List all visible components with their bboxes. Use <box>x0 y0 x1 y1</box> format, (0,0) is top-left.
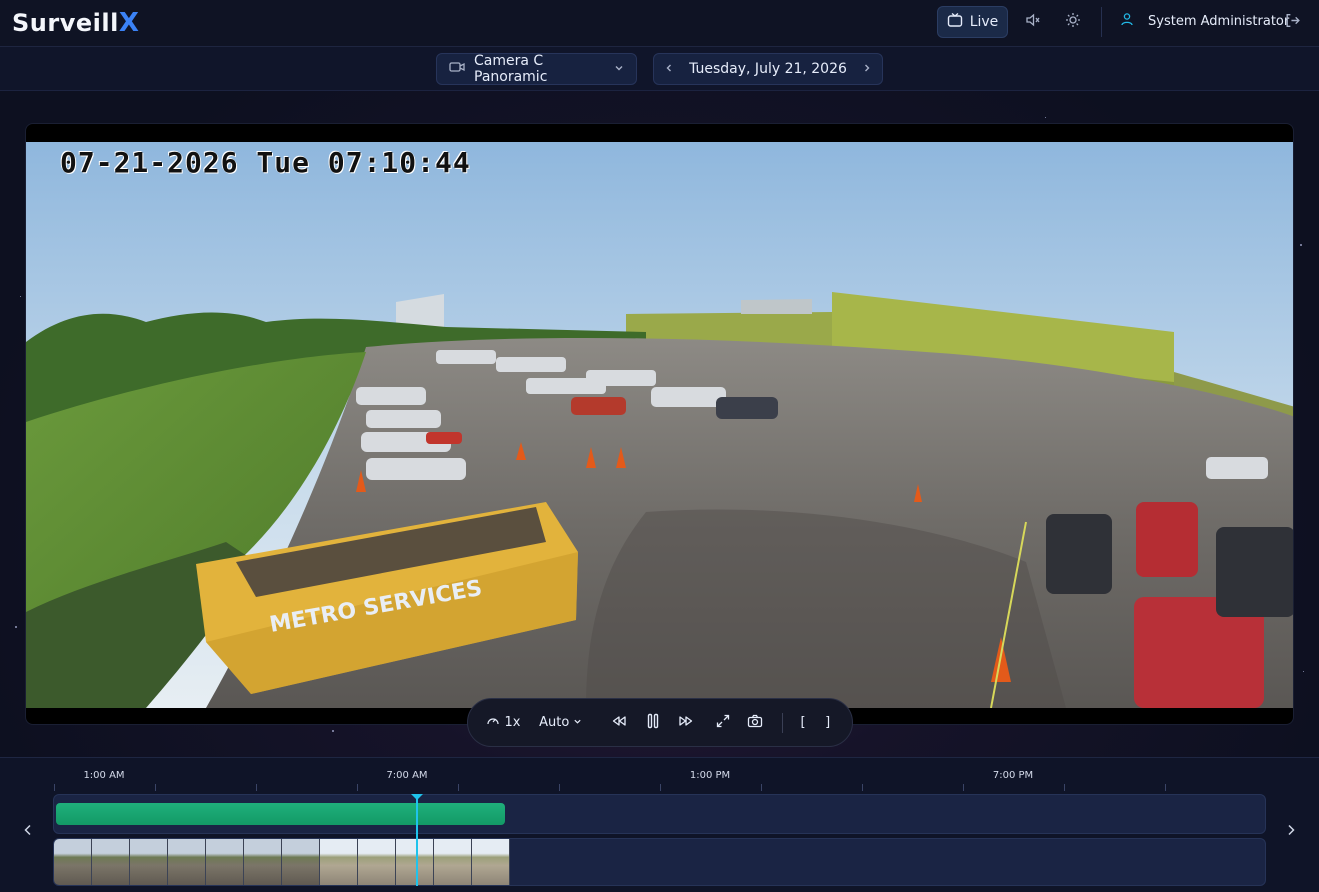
timeline-tick <box>659 784 661 791</box>
video-player[interactable]: METRO SERVICES 07-21-2026 Tue 07:10:44 <box>25 123 1294 725</box>
next-day-button[interactable] <box>862 61 872 77</box>
timeline-thumbnail[interactable] <box>320 839 358 885</box>
tv-icon <box>947 12 963 32</box>
timeline-tick <box>356 784 358 791</box>
rewind-button[interactable] <box>603 708 636 738</box>
timeline-tick <box>760 784 762 791</box>
header-divider <box>1101 7 1102 37</box>
background-star <box>1045 117 1046 118</box>
video-timestamp-overlay: 07-21-2026 Tue 07:10:44 <box>60 146 471 179</box>
clip-start-label: [ <box>800 715 806 730</box>
pause-button[interactable] <box>636 708 669 738</box>
camera-select[interactable]: Camera C Panoramic <box>436 53 637 85</box>
date-navigator: Tuesday, July 21, 2026 <box>653 53 883 85</box>
user-name: System Administrator <box>1148 13 1290 29</box>
timeline-thumbnail[interactable] <box>130 839 168 885</box>
speed-button[interactable]: 1x <box>484 708 523 738</box>
timeline-tick-label: 7:00 AM <box>386 770 428 781</box>
controls-divider <box>781 712 783 733</box>
logo-text: Surveill <box>12 9 119 37</box>
chevron-right-icon <box>864 64 870 72</box>
timeline-thumbnail[interactable] <box>244 839 282 885</box>
live-button[interactable]: Live <box>937 6 1008 38</box>
chevron-left-icon <box>24 824 31 836</box>
chevron-down-icon <box>614 61 624 77</box>
logout-button[interactable] <box>1284 12 1301 33</box>
brightness-button[interactable] <box>1061 10 1085 34</box>
background-star <box>20 296 21 297</box>
playback-controls: 1x Auto [] <box>467 698 853 747</box>
timeline-tick-label: 1:00 PM <box>689 770 731 781</box>
user-icon <box>1120 12 1134 30</box>
app-header: SurveillX Live System Administrator <box>0 0 1319 47</box>
recording-track[interactable] <box>53 794 1266 834</box>
speed-label: 1x <box>504 715 521 730</box>
timeline-thumbnail[interactable] <box>206 839 244 885</box>
camera-icon <box>747 714 763 732</box>
timeline-thumbnail[interactable] <box>282 839 320 885</box>
chevron-left-icon <box>666 64 671 72</box>
live-label: Live <box>969 14 999 30</box>
timeline-thumbnail[interactable] <box>168 839 206 885</box>
timeline[interactable]: 1:00 AM 7:00 AM 1:00 PM 7:00 PM <box>0 757 1319 892</box>
user-menu[interactable]: System Administrator <box>1120 12 1289 30</box>
chevron-right-icon <box>1288 824 1295 836</box>
timeline-tick <box>558 784 560 791</box>
selected-date[interactable]: Tuesday, July 21, 2026 <box>689 61 847 77</box>
expand-icon <box>716 714 730 732</box>
logo-accent: X <box>118 8 140 38</box>
timeline-thumbnail[interactable] <box>54 839 92 885</box>
timeline-thumbnail[interactable] <box>92 839 130 885</box>
timeline-tick-label: 1:00 AM <box>83 770 125 781</box>
camera-name: Camera C Panoramic <box>474 53 548 85</box>
fast-forward-button[interactable] <box>669 708 702 738</box>
logout-icon <box>1284 13 1301 33</box>
quality-select[interactable]: Auto <box>533 708 589 738</box>
clip-end-button[interactable]: ] <box>819 708 836 738</box>
recording-segment[interactable] <box>56 803 505 825</box>
camera-toolbar: Camera C Panoramic Tuesday, July 21, 202… <box>0 47 1319 91</box>
timeline-tick <box>861 784 863 791</box>
chevron-down-icon <box>573 715 582 730</box>
app-logo[interactable]: SurveillX <box>12 8 139 38</box>
timeline-tick <box>154 784 156 791</box>
playhead[interactable] <box>416 794 418 886</box>
timeline-next-button[interactable] <box>1281 820 1301 840</box>
background-star <box>332 730 334 732</box>
timeline-tick <box>962 784 964 791</box>
clip-start-button[interactable]: [ <box>795 708 812 738</box>
app-root: SurveillX Live System Administrator Came… <box>0 0 1319 892</box>
brightness-icon <box>1065 12 1081 32</box>
mute-icon <box>1025 12 1041 32</box>
fast-forward-icon <box>678 714 694 732</box>
fullscreen-button[interactable] <box>707 708 740 738</box>
timeline-tick-label: 7:00 PM <box>992 770 1034 781</box>
background-star <box>1300 244 1302 246</box>
timeline-tick <box>457 784 459 791</box>
video-camera-icon <box>449 60 465 78</box>
timeline-tick <box>53 784 55 791</box>
pause-icon <box>646 713 660 733</box>
rewind-icon <box>611 714 627 732</box>
timeline-tick <box>1063 784 1065 791</box>
mute-button[interactable] <box>1021 10 1045 34</box>
timeline-thumbnail[interactable] <box>396 839 434 885</box>
snapshot-button[interactable] <box>740 708 770 738</box>
camera-feed: METRO SERVICES <box>26 142 1293 708</box>
timeline-tick <box>1164 784 1166 791</box>
background-star <box>15 626 17 628</box>
previous-day-button[interactable] <box>664 61 674 77</box>
timeline-previous-button[interactable] <box>18 820 38 840</box>
clip-end-label: ] <box>825 715 831 730</box>
thumbnail-strip[interactable] <box>53 838 1266 886</box>
timeline-thumbnail[interactable] <box>472 839 510 885</box>
timeline-tick <box>255 784 257 791</box>
quality-label: Auto <box>539 715 570 730</box>
timeline-thumbnail[interactable] <box>434 839 472 885</box>
background-star <box>1303 671 1304 672</box>
timeline-thumbnail[interactable] <box>358 839 396 885</box>
speedometer-icon <box>486 714 500 732</box>
